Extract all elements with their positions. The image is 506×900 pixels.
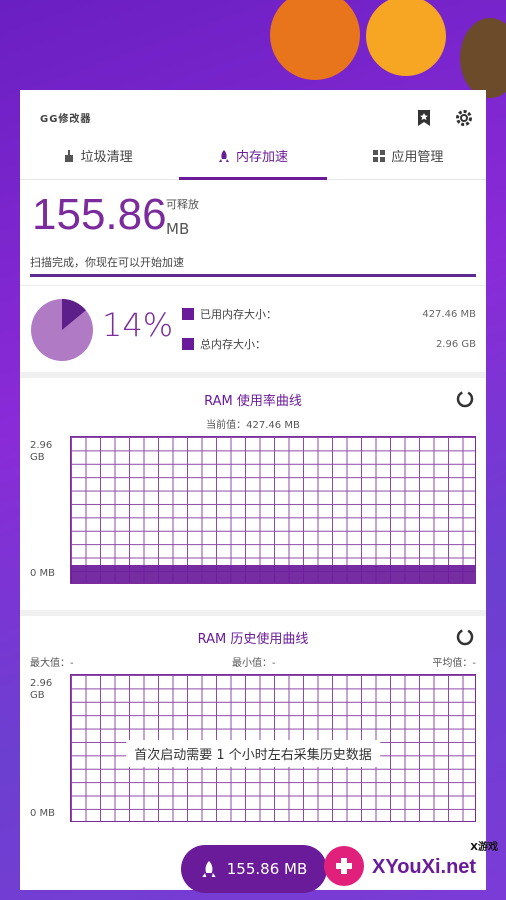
watermark-small-text: X游戏 <box>470 842 498 853</box>
orange-slice-decoration <box>366 0 446 76</box>
y-axis-top-value: 2.96 <box>30 440 53 451</box>
tab-junk-clean[interactable]: 垃圾清理 <box>20 132 175 179</box>
orange-slice-decoration <box>270 0 360 80</box>
legend-swatch <box>182 338 194 350</box>
refresh-icon[interactable] <box>456 390 474 408</box>
ram-history-chart: RAM 历史使用曲线 最大值：- 最小值：- 平均值：- 2.96 GB 0 M… <box>20 616 486 856</box>
y-axis-top-unit: GB <box>30 452 45 463</box>
lime-decoration <box>460 18 506 98</box>
memory-percent: 14% <box>102 306 174 344</box>
gear-icon[interactable] <box>454 108 474 128</box>
y-axis-top-label: 2.96 GB <box>30 440 52 464</box>
top-bar: GG修改器 <box>20 90 486 132</box>
app-title: GG修改器 <box>40 114 92 125</box>
scan-status-text: 扫描完成，你现在可以开始加速 <box>30 256 184 269</box>
ram-usage-chart: RAM 使用率曲线 当前值：427.46 MB 2.96 GB 0 MB <box>20 378 486 616</box>
boost-button[interactable]: 155.86 MB <box>181 845 327 893</box>
broom-icon <box>64 149 73 162</box>
y-axis-top-unit: GB <box>30 690 45 701</box>
used-memory-label: 已用内存大小： <box>200 308 277 321</box>
history-min: 最小值：- <box>232 658 276 669</box>
release-panel: 155.86 可释放 MB 扫描完成，你现在可以开始加速 <box>20 180 486 286</box>
total-memory-label: 总内存大小： <box>200 338 266 351</box>
ram-usage-area <box>71 565 475 583</box>
y-axis-top-value: 2.96 <box>30 678 53 689</box>
rocket-icon <box>218 149 229 162</box>
y-axis-top-label: 2.96 GB <box>30 678 52 702</box>
history-collect-message: 首次启动需要 1 个小时左右采集历史数据 <box>126 740 380 767</box>
tab-label: 内存加速 <box>235 150 288 165</box>
legend-swatch <box>182 308 194 320</box>
tab-memory-boost[interactable]: 内存加速 <box>175 132 330 180</box>
total-memory-value: 2.96 GB <box>435 338 476 350</box>
used-memory-row: 已用内存大小： 427.46 MB <box>182 304 476 324</box>
releasable-value: 155.86 <box>32 190 167 239</box>
history-chart-title: RAM 历史使用曲线 <box>197 632 309 647</box>
history-avg: 平均值：- <box>432 658 476 669</box>
history-max: 最大值：- <box>30 658 74 669</box>
memory-pie-chart <box>31 299 93 361</box>
used-memory-value: 427.46 MB <box>422 308 476 320</box>
y-axis-bottom-label: 0 MB <box>30 568 56 579</box>
ram-chart-title: RAM 使用率曲线 <box>204 394 302 409</box>
tab-bar: 垃圾清理 内存加速 应用管理 <box>20 132 486 180</box>
gamepad-logo-icon <box>324 846 364 886</box>
tab-label: 垃圾清理 <box>80 150 133 165</box>
y-axis-bottom-label: 0 MB <box>30 808 56 819</box>
ram-current-value: 当前值：427.46 MB <box>206 420 300 431</box>
main-card: GG修改器 垃圾清理 内存加速 应用管理 155.86 可释放 MB 扫描完成，… <box>20 90 486 890</box>
tab-label: 应用管理 <box>391 150 444 165</box>
boost-button-label: 155.86 MB <box>226 860 308 878</box>
watermark-logo: X游戏 XYouXi.net <box>322 836 498 892</box>
tab-app-manage[interactable]: 应用管理 <box>331 132 486 179</box>
refresh-icon[interactable] <box>456 628 474 646</box>
memory-summary: 14% 已用内存大小： 427.46 MB 总内存大小： 2.96 GB <box>20 286 486 378</box>
ram-chart-grid <box>70 436 476 584</box>
releasable-label: 可释放 <box>166 198 199 211</box>
apps-grid-icon <box>373 149 386 162</box>
releasable-unit: MB <box>166 220 190 238</box>
watermark-text: XYouXi.net <box>372 856 477 878</box>
total-memory-row: 总内存大小： 2.96 GB <box>182 334 476 354</box>
scan-progress-bar <box>30 274 476 277</box>
rocket-icon <box>202 861 216 877</box>
bookmark-star-icon[interactable] <box>414 108 434 128</box>
